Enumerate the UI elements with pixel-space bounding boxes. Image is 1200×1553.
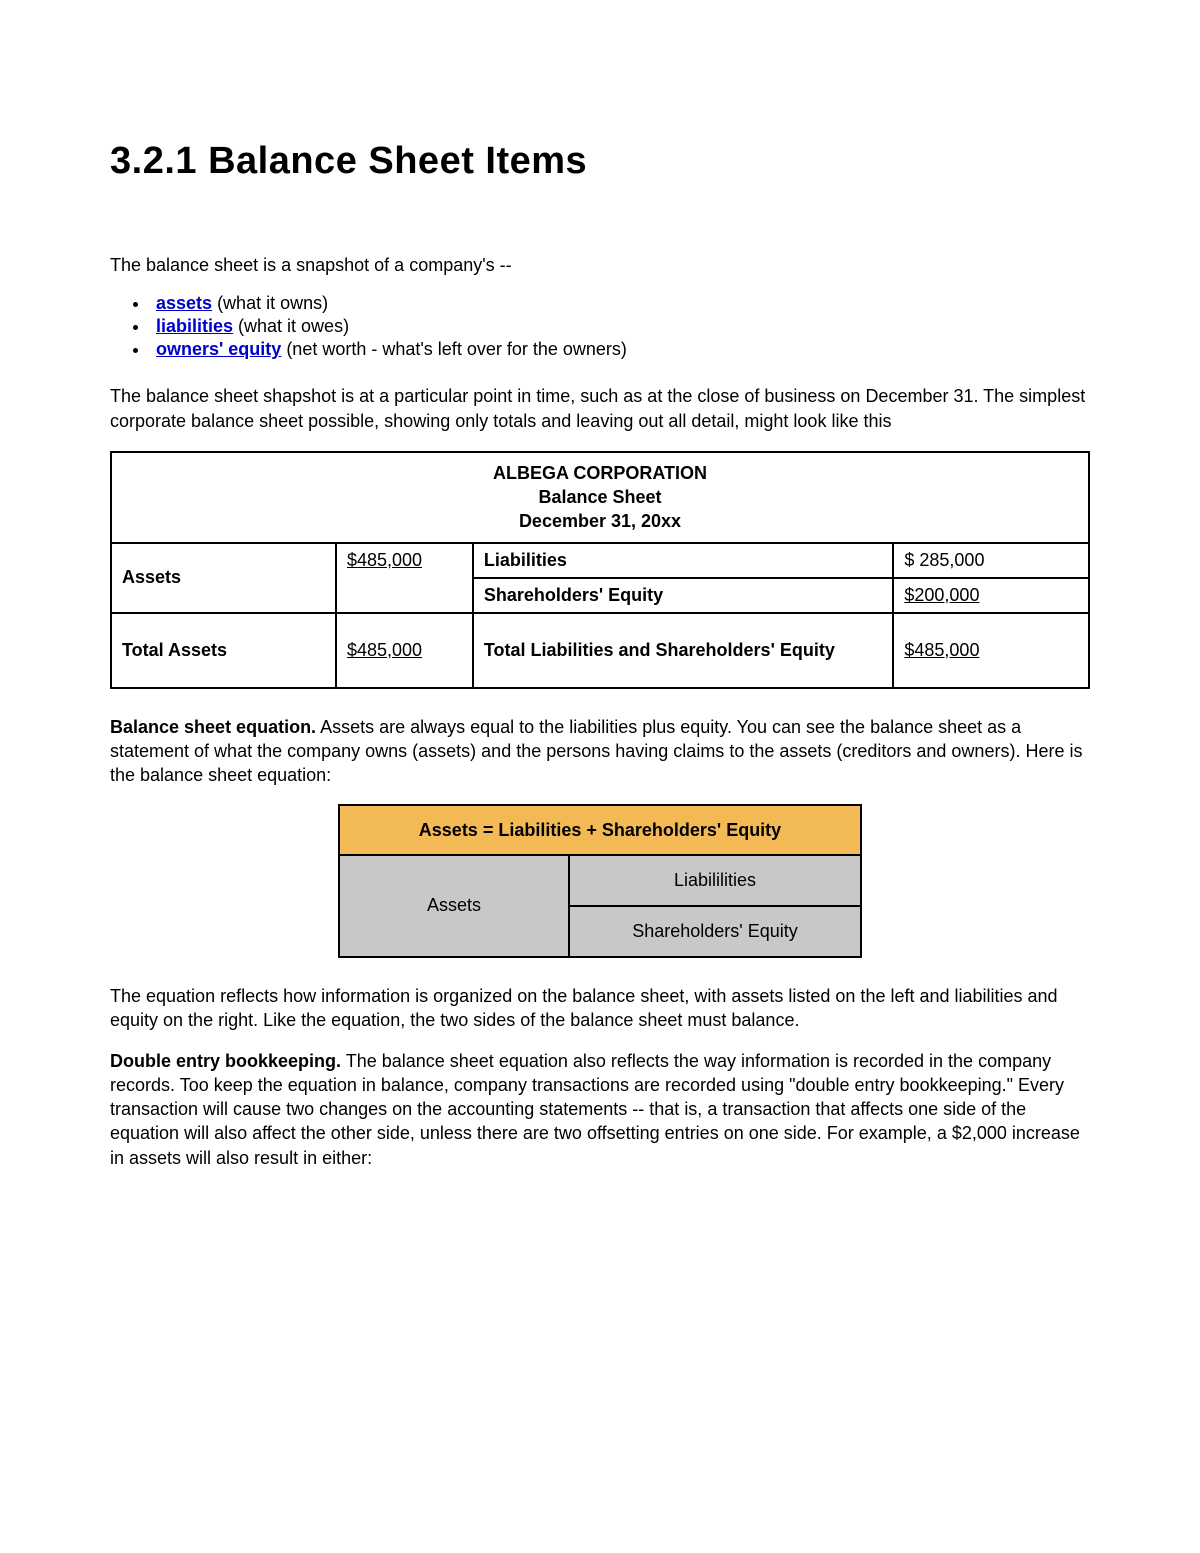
total-assets-amount-cell: $485,000 — [336, 613, 473, 688]
equation-header-cell: Assets = Liabilities + Shareholders' Equ… — [339, 805, 861, 855]
double-entry-lead: Double entry bookkeeping. — [110, 1051, 341, 1071]
equation-lead: Balance sheet equation. — [110, 717, 316, 737]
shareholders-equity-label-cell: Shareholders' Equity — [473, 578, 894, 613]
body-paragraph: The balance sheet shapshot is at a parti… — [110, 384, 1090, 433]
list-item: owners' equity (net worth - what's left … — [150, 339, 1090, 360]
bullet-list: assets (what it owns) liabilities (what … — [150, 293, 1090, 360]
balance-subtitle: Balance Sheet — [120, 485, 1080, 509]
double-entry-paragraph: Double entry bookkeeping. The balance sh… — [110, 1049, 1090, 1170]
total-lse-amount-cell: $485,000 — [893, 613, 1089, 688]
list-item: assets (what it owns) — [150, 293, 1090, 314]
equation-liabilities-cell: Liabililities — [569, 855, 861, 906]
shareholders-equity-amount-cell: $200,000 — [893, 578, 1089, 613]
total-assets-label-cell: Total Assets — [111, 613, 336, 688]
equation-table: Assets = Liabilities + Shareholders' Equ… — [338, 804, 862, 958]
list-item-text: (what it owns) — [212, 293, 328, 313]
total-lse-label-cell: Total Liabilities and Shareholders' Equi… — [473, 613, 894, 688]
document-page: 3.2.1 Balance Sheet Items The balance sh… — [0, 0, 1200, 1553]
owners-equity-link[interactable]: owners' equity — [156, 339, 281, 359]
balance-date: December 31, 20xx — [120, 509, 1080, 533]
list-item-text: (what it owes) — [233, 316, 349, 336]
liabilities-label-cell: Liabilities — [473, 543, 894, 578]
list-item-text: (net worth - what's left over for the ow… — [281, 339, 627, 359]
balance-sheet-table: ALBEGA CORPORATION Balance Sheet Decembe… — [110, 451, 1090, 689]
intro-paragraph: The balance sheet is a snapshot of a com… — [110, 253, 1090, 277]
assets-link[interactable]: assets — [156, 293, 212, 313]
liabilities-link[interactable]: liabilities — [156, 316, 233, 336]
page-title: 3.2.1 Balance Sheet Items — [110, 140, 1090, 183]
equation-assets-cell: Assets — [339, 855, 569, 957]
assets-label-cell: Assets — [111, 543, 336, 613]
reflect-paragraph: The equation reflects how information is… — [110, 984, 1090, 1033]
balance-header-cell: ALBEGA CORPORATION Balance Sheet Decembe… — [111, 452, 1089, 543]
liabilities-amount-cell: $ 285,000 — [893, 543, 1089, 578]
equation-se-cell: Shareholders' Equity — [569, 906, 861, 957]
list-item: liabilities (what it owes) — [150, 316, 1090, 337]
equation-paragraph: Balance sheet equation. Assets are alway… — [110, 715, 1090, 788]
corp-name: ALBEGA CORPORATION — [120, 461, 1080, 485]
assets-amount-cell: $485,000 — [336, 543, 473, 613]
